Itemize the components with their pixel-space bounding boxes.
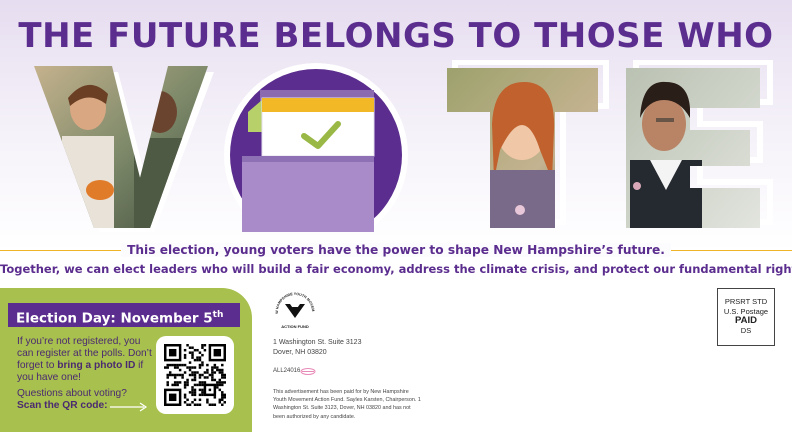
indicia-paid: PAID: [735, 315, 757, 326]
election-day-label: Election Day: November 5: [16, 310, 213, 327]
indicia-line-1: PRSRT STD: [724, 297, 768, 306]
questions-bold: Scan the QR code:: [17, 400, 108, 411]
qr-code-icon[interactable]: [164, 344, 226, 406]
registration-bold: bring a photo ID: [57, 360, 136, 371]
return-address: 1 Washington St. Suite 3123 Dover, NH 03…: [273, 338, 361, 358]
election-day-banner: Election Day: November 5th: [8, 303, 240, 327]
indicia-line-4: DS: [740, 325, 752, 335]
vote-graphic: [34, 60, 773, 232]
logo-bottom-text: ACTION FUND: [281, 324, 309, 329]
nhym-logo: NEW HAMPSHIRE YOUTH MOVEMENT ACTION FUND: [272, 288, 317, 333]
tagline-1: This election, young voters have the pow…: [121, 243, 671, 257]
postage-indicia: PRSRT STD U.S. Postage PAID DS: [717, 288, 775, 346]
address-line-1: 1 Washington St. Suite 3123: [273, 339, 362, 346]
tagline-2: Together, we can elect leaders who will …: [0, 262, 792, 276]
election-day-suffix: th: [212, 310, 224, 320]
address-line-2: Dover, NH 03820: [273, 349, 327, 356]
paid-for-disclaimer: This advertisement has been paid for by …: [273, 389, 421, 420]
arrow-right-icon: [110, 402, 148, 412]
registration-text: If you’re not registered, you can regist…: [17, 336, 152, 384]
qr-code-container: [156, 336, 234, 414]
code-mark-icon: [300, 368, 316, 375]
v-letter-photo: [34, 66, 208, 228]
headline: THE FUTURE BELONGS TO THOSE WHO: [18, 16, 774, 56]
questions-line-1: Questions about voting?: [17, 388, 127, 399]
t-letter-photo: [447, 68, 598, 228]
mailer-card: THE FUTURE BELONGS TO THOSE WHO This ele…: [0, 0, 792, 432]
e-letter-photo: [626, 68, 760, 228]
mail-code: ALL24016: [273, 368, 301, 374]
ballot-box-icon: [242, 156, 374, 232]
